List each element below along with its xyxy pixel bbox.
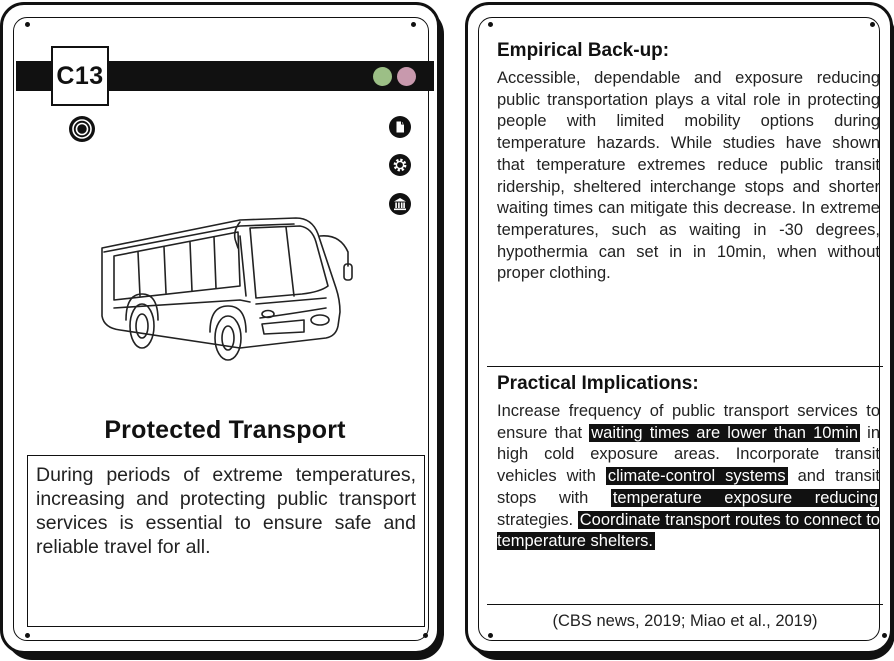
- institution-icon: [389, 193, 411, 215]
- target-icon: [68, 115, 96, 143]
- empirical-body: Accessible, dependable and exposure redu…: [497, 68, 880, 285]
- corner-dot: [488, 22, 493, 27]
- document-icon: [389, 116, 411, 138]
- pink-dot: [397, 67, 416, 86]
- corner-dot: [423, 633, 428, 638]
- highlight-waiting-times: waiting times are lower than 10min: [589, 423, 861, 442]
- highlight-climate-control: climate-control systems: [605, 467, 788, 486]
- practical-body: Increase frequency of public transport s…: [497, 401, 880, 553]
- gear-icon: [389, 154, 411, 176]
- empirical-text: Accessible, dependable and exposure redu…: [497, 69, 880, 283]
- empirical-heading: Empirical Back-up:: [497, 40, 670, 61]
- practical-heading: Practical Implications:: [497, 373, 699, 394]
- card-code: C13: [51, 46, 109, 106]
- corner-dot: [25, 633, 30, 638]
- bus-icon: [90, 208, 366, 364]
- corner-dot: [882, 633, 887, 638]
- corner-dot: [488, 633, 493, 638]
- corner-dot: [411, 22, 416, 27]
- corner-dot: [25, 22, 30, 27]
- card-title: Protected Transport: [104, 416, 346, 444]
- green-dot: [373, 67, 392, 86]
- citation: (CBS news, 2019; Miao et al., 2019): [552, 612, 818, 630]
- section-divider: [487, 604, 883, 605]
- practical-text: strategies.: [497, 510, 578, 529]
- description-text: During periods of extreme temperatures, …: [36, 464, 416, 558]
- card-description: During periods of extreme temperatures, …: [27, 455, 425, 627]
- highlight-exposure-reducing: temperature exposure reducing: [610, 488, 880, 507]
- card-code-label: C13: [56, 61, 104, 90]
- corner-dot: [870, 22, 875, 27]
- section-divider: [487, 366, 883, 367]
